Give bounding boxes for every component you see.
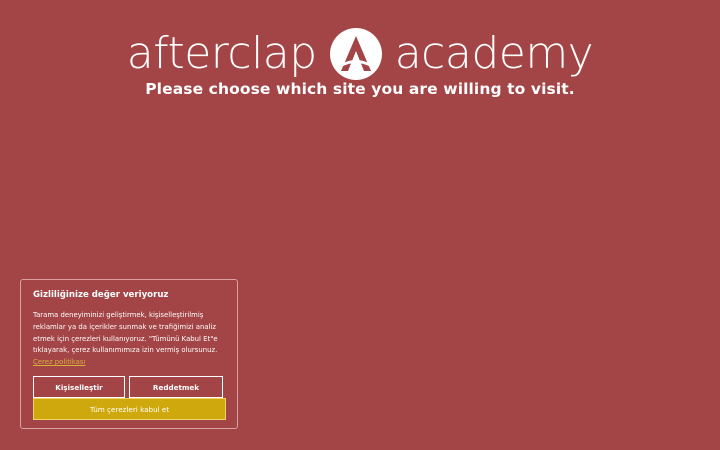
cookie-policy-link[interactable]: Çerez politikası bbox=[33, 358, 85, 366]
customize-button[interactable]: Kişiselleştir bbox=[33, 376, 125, 398]
afterclap-logo-icon bbox=[329, 28, 382, 80]
cookie-consent-banner: Gizliliğinize değer veriyoruz Tarama den… bbox=[20, 279, 238, 429]
cookie-button-row: Kişiselleştir Reddetmek bbox=[33, 376, 223, 398]
logo-word-left: afterclap bbox=[126, 28, 317, 79]
page-headline: Please choose which site you are willing… bbox=[145, 80, 575, 98]
site-logo: afterclap academy bbox=[0, 26, 720, 82]
cookie-banner-title: Gizliliğinize değer veriyoruz bbox=[33, 290, 169, 300]
accept-all-button[interactable]: Tüm çerezleri kabul et bbox=[33, 398, 226, 420]
cookie-banner-body: Tarama deneyiminizi geliştirmek, kişisel… bbox=[33, 311, 218, 355]
cookie-banner-text: Tarama deneyiminizi geliştirmek, kişisel… bbox=[33, 310, 225, 369]
logo-word-right: academy bbox=[394, 28, 594, 79]
reject-button[interactable]: Reddetmek bbox=[129, 376, 223, 398]
